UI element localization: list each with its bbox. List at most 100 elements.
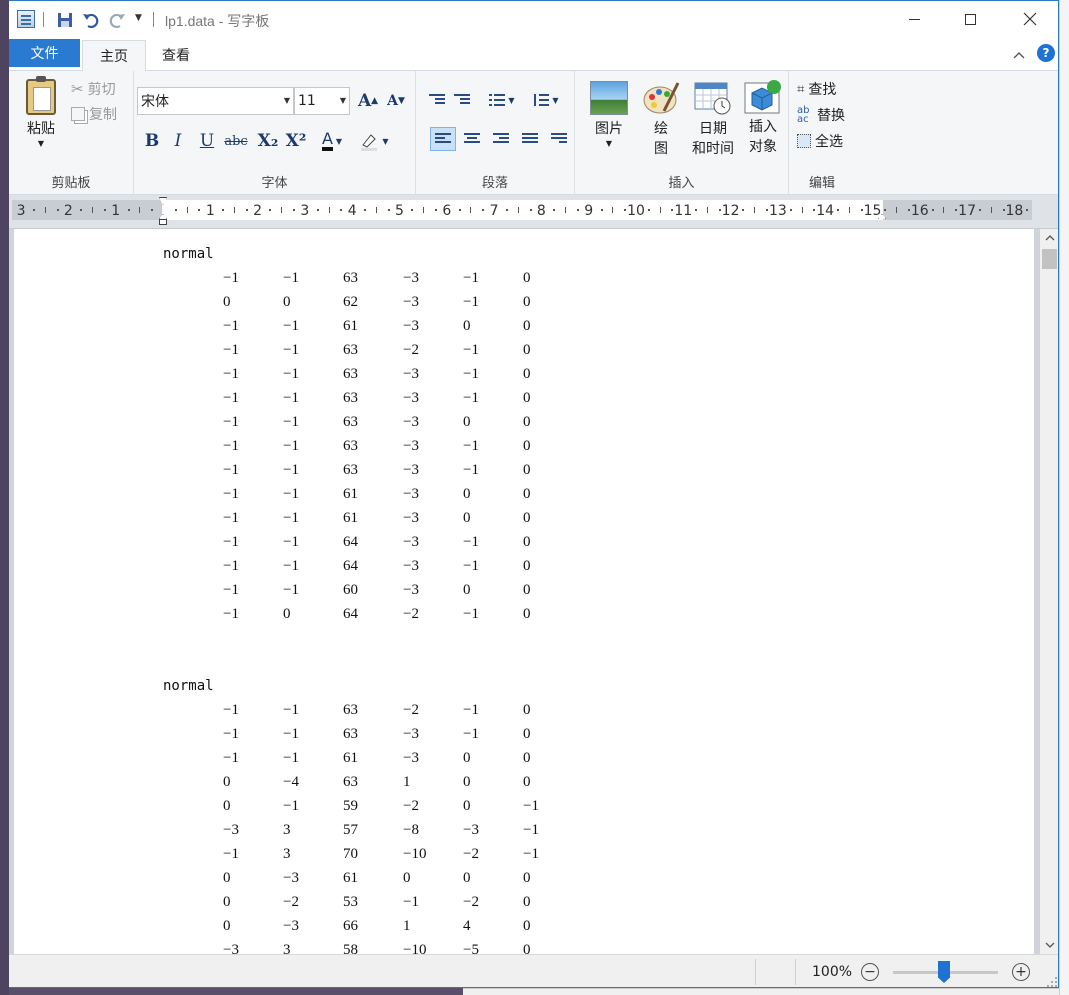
strikethrough-button[interactable]: abc [224, 129, 248, 153]
data-cell: 63 [343, 726, 358, 742]
minimize-button[interactable] [891, 1, 937, 37]
paragraph-settings-icon[interactable] [546, 127, 572, 151]
status-separator [795, 959, 796, 985]
underline-button[interactable]: U [195, 129, 219, 153]
zoom-out-icon[interactable]: − [861, 963, 879, 981]
data-cell: −3 [403, 750, 419, 766]
wordpad-app-icon[interactable] [17, 10, 35, 28]
vertical-scrollbar[interactable] [1040, 229, 1058, 954]
insert-picture-button[interactable]: 图片 ▼ [585, 81, 633, 149]
ruler-label: 12 [721, 203, 740, 219]
document-left-gutter [9, 229, 14, 954]
bold-button[interactable]: B [140, 129, 164, 153]
bullet-list-icon[interactable]: ▼ [482, 88, 522, 112]
tab-view[interactable]: 查看 [149, 39, 203, 71]
justify-icon[interactable] [517, 127, 543, 151]
highlight-color-button[interactable]: ▼ [356, 129, 392, 153]
document-content[interactable]: normal −1 −1 63 −3 −1 0 0 0 62 −3 −1 0 −1 −1 61 −3 0 0 −1 −1… [163, 242, 539, 954]
help-button[interactable]: ? [1037, 44, 1055, 62]
tab-home[interactable]: 主页 [82, 40, 146, 72]
scroll-down-icon[interactable] [1040, 936, 1058, 954]
data-row: −1 −1 63 −3 −1 0 [163, 434, 531, 458]
font-family-select[interactable]: 宋体 ▼ [137, 87, 294, 115]
shrink-font-button[interactable]: A ▼ [384, 89, 408, 113]
tab-file[interactable]: 文件 [9, 39, 80, 67]
ruler-label: 17 [958, 203, 977, 219]
scroll-thumb[interactable] [1042, 249, 1057, 269]
font-size-select[interactable]: 11 ▼ [294, 87, 350, 115]
data-cell: −1 [283, 318, 299, 334]
line-spacing-icon[interactable]: ▼ [528, 88, 564, 112]
zoom-level: 100% [812, 964, 853, 980]
paint-drawing-button[interactable]: 绘 图 [639, 81, 683, 159]
decrease-indent-icon[interactable] [424, 88, 450, 112]
increase-indent-icon[interactable] [449, 88, 475, 112]
data-row: 0 −1 59 −2 0 −1 [163, 794, 539, 818]
insert-datetime-button[interactable]: 日期 和时间 [685, 81, 741, 159]
data-cell: 0 [523, 894, 531, 910]
paste-button[interactable]: 粘贴 ▼ [23, 76, 59, 149]
insert-object-button[interactable]: 插入 对象 [741, 79, 785, 157]
object-label-line1: 插入 [749, 119, 777, 135]
text-color-button[interactable]: A ▼ [316, 129, 348, 153]
data-cell: −1 [223, 510, 239, 526]
document-area[interactable]: normal −1 −1 63 −3 −1 0 0 0 62 −3 −1 0 −1 −1 61 −3 0 0 −1 −1… [9, 229, 1040, 954]
undo-icon[interactable] [81, 10, 101, 30]
ruler-tick [482, 209, 485, 211]
data-cell: −3 [223, 942, 239, 954]
editing-group-label: 编辑 [808, 176, 835, 191]
data-cell: −10 [403, 846, 427, 862]
left-indent-marker[interactable] [159, 219, 167, 225]
ruler-tick [32, 209, 35, 211]
ruler-tick [458, 209, 461, 211]
paste-dropdown-icon[interactable]: ▼ [38, 139, 44, 149]
copy-button[interactable]: 复制 [71, 104, 117, 124]
align-right-icon[interactable] [488, 127, 514, 151]
align-left-icon[interactable] [430, 127, 456, 151]
data-cell: −1 [523, 846, 539, 862]
data-cell: −1 [223, 750, 239, 766]
subscript-button[interactable]: X₂ [256, 129, 280, 153]
ruler[interactable]: 3 2 1 1 2 3 4 5 6 7 8 9 10 11 12 13 14 15 16 17 18 [9, 195, 1058, 229]
data-cell: 0 [523, 702, 531, 718]
font-group-label: 字体 [261, 176, 288, 191]
ruler-label: 11 [674, 203, 693, 219]
zoom-in-icon[interactable]: + [1012, 963, 1030, 981]
maximize-button[interactable] [947, 1, 993, 37]
customize-qat-dropdown-icon[interactable]: ▼ [135, 13, 142, 23]
ruler-tick [198, 209, 201, 211]
grow-font-button[interactable]: A ▲ [356, 89, 380, 113]
data-cell: −3 [403, 414, 419, 430]
zoom-slider-thumb[interactable] [938, 961, 950, 983]
ruler-tick [245, 209, 248, 211]
data-cell: 0 [283, 294, 291, 310]
find-button[interactable]: ⌗ 查找 [797, 79, 836, 99]
data-cell: −2 [403, 798, 419, 814]
data-cell: 0 [523, 534, 531, 550]
data-row: −1 −1 63 −3 −1 0 [163, 386, 531, 410]
ruler-tick [553, 209, 556, 211]
save-icon[interactable] [55, 10, 75, 30]
italic-button[interactable]: I [166, 129, 190, 153]
ruler-tick [647, 209, 650, 211]
data-row: 0 0 62 −3 −1 0 [163, 290, 531, 314]
data-cell: 0 [223, 918, 231, 934]
datetime-label-line1: 日期 [699, 121, 727, 137]
ruler-tick [174, 209, 177, 211]
superscript-button[interactable]: X² [284, 129, 308, 153]
ruler-label: 14 [816, 203, 835, 219]
redo-icon[interactable] [107, 10, 127, 30]
data-cell: 0 [463, 486, 471, 502]
select-all-button[interactable]: 全选 [797, 131, 843, 151]
ruler-tick [364, 209, 367, 211]
cut-button[interactable]: ✂ 剪切 [71, 79, 116, 99]
collapse-ribbon-icon[interactable] [1013, 48, 1025, 62]
close-button[interactable] [1007, 1, 1053, 37]
data-cell: 61 [343, 510, 358, 526]
align-center-icon[interactable] [459, 127, 485, 151]
data-cell: −1 [463, 558, 479, 574]
replace-button[interactable]: ab ac 替换 [797, 105, 845, 125]
resize-grip-icon[interactable] [1047, 977, 1057, 987]
scroll-up-icon[interactable] [1040, 229, 1058, 247]
data-cell: 63 [343, 390, 358, 406]
